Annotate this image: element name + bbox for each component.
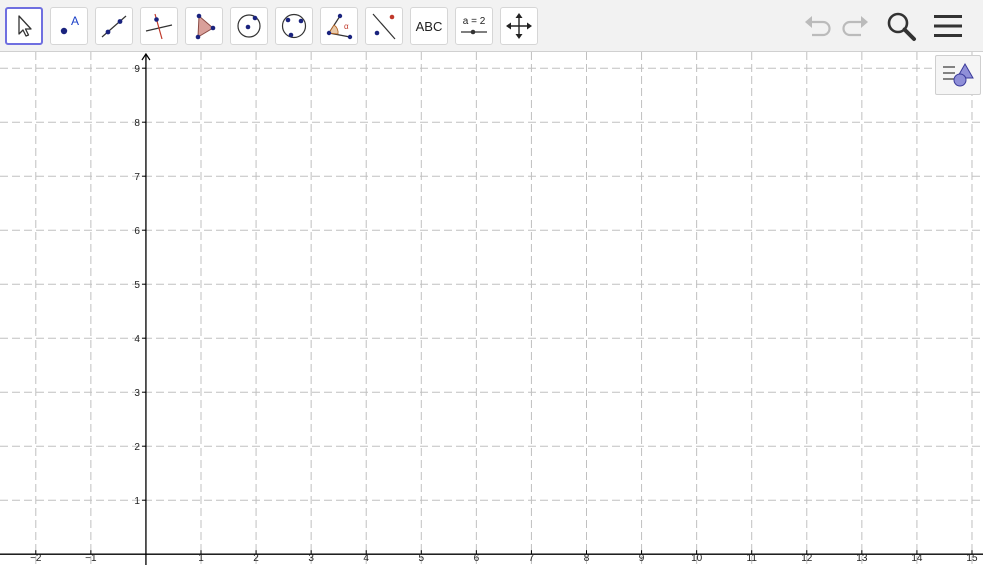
x-tick-label: 15 [966, 553, 978, 564]
main-menu-button[interactable] [931, 9, 965, 43]
x-tick-label: −1 [85, 553, 97, 564]
x-tick-label: 12 [801, 553, 813, 564]
perpendicular-line-tool-button[interactable] [140, 7, 178, 45]
x-tick-label: 13 [856, 553, 868, 564]
reflect-tool-button[interactable] [365, 7, 403, 45]
x-tick-label: 7 [529, 553, 535, 564]
move-tool-button[interactable] [5, 7, 43, 45]
y-tick-label: 8 [134, 118, 140, 129]
text-tool-button[interactable]: ABC [410, 7, 448, 45]
y-tick-label: 2 [134, 442, 140, 453]
x-tick-label: 2 [253, 553, 259, 564]
x-tick-label: 9 [639, 553, 645, 564]
graphics-view[interactable]: −2 −1 1 2 3 4 5 6 7 8 9 10 11 12 13 14 15 123456789 [0, 52, 983, 565]
point-icon: A [60, 14, 79, 35]
search-icon [887, 12, 916, 41]
x-tick-label: 8 [584, 553, 590, 564]
undo-button[interactable] [801, 9, 835, 43]
coordinate-grid[interactable]: −2 −1 1 2 3 4 5 6 7 8 9 10 11 12 13 14 15 123456789 [0, 52, 983, 565]
perpendicular-line-icon [145, 13, 173, 40]
y-axis-tick-labels: 1 2 3 4 5 6 7 8 9 [134, 64, 140, 507]
graphics-style-bar-button[interactable] [935, 55, 981, 95]
angle-icon: α [326, 13, 353, 40]
x-tick-label: 5 [419, 553, 425, 564]
toolbar: A α ABC a = 2 [0, 0, 983, 52]
circle-center-icon [237, 14, 261, 38]
undo-icon [805, 16, 831, 37]
circle-three-points-icon [281, 13, 307, 39]
slider-tool-button[interactable]: a = 2 [455, 7, 493, 45]
polygon-tool-button[interactable] [185, 7, 223, 45]
menu-icon [934, 15, 962, 37]
y-tick-label: 7 [134, 172, 140, 183]
y-tick-label: 4 [134, 334, 140, 345]
line-icon [101, 15, 127, 38]
circle-three-points-tool-button[interactable] [275, 7, 313, 45]
x-tick-label: 4 [363, 553, 369, 564]
slider-icon: a = 2 [461, 16, 487, 35]
grid-lines [0, 52, 983, 565]
line-tool-button[interactable] [95, 7, 133, 45]
y-tick-label: 5 [134, 280, 140, 291]
x-tick-label: 1 [198, 553, 204, 564]
text-tool-label: ABC [415, 18, 443, 34]
circle-center-point-tool-button[interactable] [230, 7, 268, 45]
point-tool-button[interactable]: A [50, 7, 88, 45]
slider-icon-label: a = 2 [463, 16, 486, 27]
y-tick-label: 1 [134, 496, 140, 507]
x-tick-label: 11 [747, 553, 758, 564]
x-tick-label: −2 [30, 553, 42, 564]
point-icon-label: A [71, 14, 79, 28]
x-tick-label: 3 [308, 553, 314, 564]
polygon-icon [195, 13, 216, 40]
x-tick-label: 10 [691, 553, 703, 564]
angle-icon-label: α [344, 22, 349, 31]
y-tick-label: 6 [134, 226, 140, 237]
angle-tool-button[interactable]: α [320, 7, 358, 45]
graphics-style-icon [943, 62, 974, 87]
search-button[interactable] [884, 9, 918, 43]
x-tick-label: 14 [911, 553, 923, 564]
cursor-arrow-icon [18, 15, 32, 37]
redo-button[interactable] [838, 9, 872, 43]
x-tick-label: 6 [474, 553, 480, 564]
move-arrows-icon [506, 13, 532, 39]
y-tick-label: 9 [134, 64, 140, 75]
x-axis-tick-labels: −2 −1 1 2 3 4 5 6 7 8 9 10 11 12 13 14 15 [30, 550, 978, 564]
y-tick-label: 3 [134, 388, 140, 399]
redo-icon [842, 16, 868, 37]
move-graphics-view-tool-button[interactable] [500, 7, 538, 45]
axes [0, 52, 983, 565]
reflect-line-icon [372, 13, 396, 40]
